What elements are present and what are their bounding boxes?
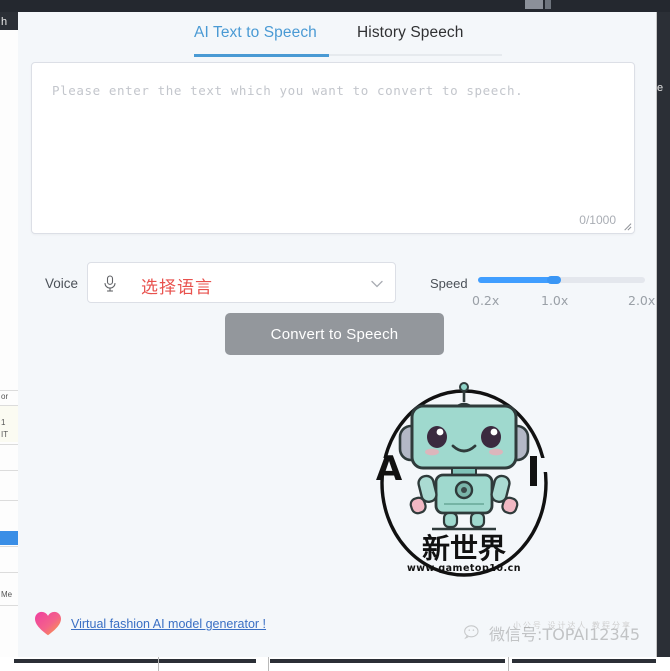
voice-select[interactable]: 选择语言 — [87, 262, 396, 303]
logo-letter-right — [530, 456, 537, 486]
wechat-id-text: 微信号:TOPAI12345 — [489, 625, 640, 644]
voice-selected-value: 选择语言 — [141, 278, 213, 298]
app-root: h or 1 IT Me e AI Text to Speech History… — [0, 0, 670, 671]
background-fragment-4: Me — [1, 590, 13, 599]
speed-slider[interactable] — [478, 276, 645, 284]
speed-tick-labels: 0.2x 1.0x 2.0x — [462, 293, 656, 311]
convert-to-speech-button[interactable]: Convert to Speech — [225, 313, 444, 355]
speed-slider-thumb[interactable] — [547, 276, 561, 284]
right-edge-fragment: e — [657, 82, 664, 94]
background-fragment-3: IT — [1, 430, 9, 439]
footer-promo-link[interactable]: Virtual fashion AI model generator ! — [71, 617, 266, 631]
speed-tick-min: 0.2x — [472, 293, 500, 308]
titlebar-notch — [525, 0, 543, 9]
character-counter: 0/1000 — [579, 213, 616, 227]
background-selected-row — [0, 531, 18, 545]
microphone-icon — [104, 275, 116, 292]
wechat-icon — [464, 625, 479, 640]
background-fragment-1: or — [1, 392, 9, 401]
voice-label: Voice — [45, 276, 79, 291]
speed-slider-fill — [478, 277, 554, 283]
logo-letter-left: A — [376, 449, 403, 489]
tab-bar: AI Text to Speech History Speech — [18, 12, 656, 60]
tab-ai-text-to-speech[interactable]: AI Text to Speech — [194, 24, 317, 42]
main-panel: AI Text to Speech History Speech Please … — [18, 12, 657, 657]
heart-icon — [35, 611, 61, 636]
tab-active-indicator — [194, 54, 329, 57]
logo-url: www.gametop10.cn — [407, 563, 521, 574]
background-window-title-fragment: h — [1, 16, 8, 28]
text-input-card[interactable]: Please enter the text which you want to … — [31, 62, 635, 234]
wechat-watermark: 微信号:TOPAI12345 — [463, 621, 640, 645]
speed-tick-max: 2.0x — [628, 293, 656, 308]
resize-handle-icon[interactable] — [621, 220, 632, 231]
footer-promo[interactable]: Virtual fashion AI model generator ! — [34, 609, 266, 639]
brand-logo: A 新世界 www.gametop10.cn — [376, 382, 552, 577]
text-input-placeholder: Please enter the text which you want to … — [52, 83, 524, 98]
tab-history-speech[interactable]: History Speech — [357, 24, 464, 42]
bottom-chrome-strip — [0, 657, 670, 671]
speed-tick-mid: 1.0x — [541, 293, 569, 308]
logo-title-cn: 新世界 — [422, 532, 506, 565]
background-fragment-2: 1 — [1, 418, 6, 427]
titlebar-notch-secondary — [545, 0, 551, 9]
speed-label: Speed — [430, 276, 468, 291]
background-window-right-sliver: e — [656, 12, 670, 671]
chevron-down-icon[interactable] — [369, 276, 385, 292]
window-titlebar — [0, 0, 670, 12]
